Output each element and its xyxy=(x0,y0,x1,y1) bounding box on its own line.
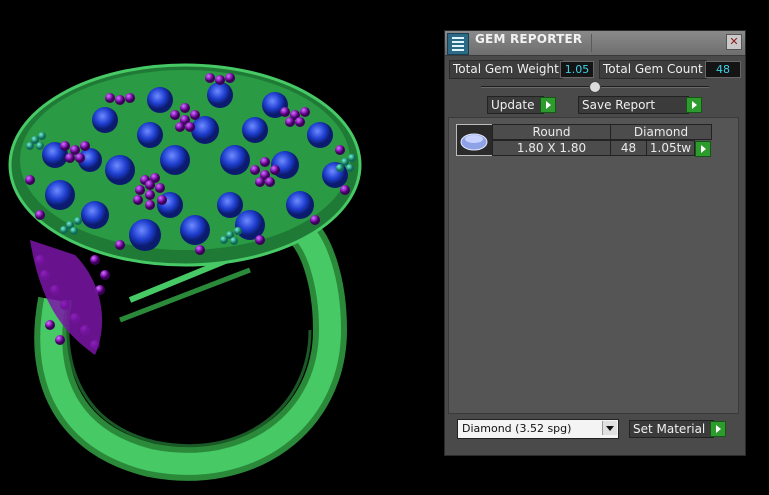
close-icon[interactable]: ✕ xyxy=(726,34,742,50)
update-button[interactable]: Update xyxy=(487,96,544,114)
gem-shape-header: Round xyxy=(492,124,611,140)
gem-material-header: Diamond xyxy=(610,124,712,140)
panel-titlebar[interactable]: GEM REPORTER ✕ xyxy=(445,31,745,56)
chevron-down-icon[interactable] xyxy=(602,421,617,435)
gem-size-cell: 1.80 X 1.80 xyxy=(492,140,611,156)
panel-title: GEM REPORTER xyxy=(475,32,583,46)
gem-weight-cell: 1.05tw xyxy=(646,140,695,156)
round-gem-icon xyxy=(456,124,493,156)
update-play-arrow-icon[interactable] xyxy=(540,97,556,113)
total-gem-count-label: Total Gem Count xyxy=(599,60,707,79)
set-material-button[interactable]: Set Material xyxy=(629,420,714,438)
total-gem-weight-label: Total Gem Weight xyxy=(449,60,563,79)
gem-count-cell: 48 xyxy=(610,140,647,156)
save-report-button[interactable]: Save Report xyxy=(578,96,689,114)
total-gem-weight-value: 1.05 xyxy=(560,61,594,78)
ring-render xyxy=(8,63,362,481)
material-select[interactable]: Diamond (3.52 spg) xyxy=(457,419,619,439)
3d-viewport[interactable] xyxy=(0,0,440,495)
set-material-play-arrow-icon[interactable] xyxy=(710,421,726,437)
panel-slider-knob[interactable] xyxy=(589,81,601,93)
gem-list: Round Diamond 1.80 X 1.80 48 1.05tw xyxy=(448,117,739,414)
save-report-play-arrow-icon[interactable] xyxy=(686,97,702,113)
title-divider xyxy=(591,34,592,52)
gem-reporter-icon xyxy=(447,33,469,55)
gem-row-play-arrow-icon[interactable] xyxy=(695,141,711,157)
total-gem-count-value: 48 xyxy=(705,61,741,78)
material-select-value: Diamond (3.52 spg) xyxy=(462,422,572,435)
gem-reporter-panel: GEM REPORTER ✕ Total Gem Weight 1.05 Tot… xyxy=(444,30,746,456)
